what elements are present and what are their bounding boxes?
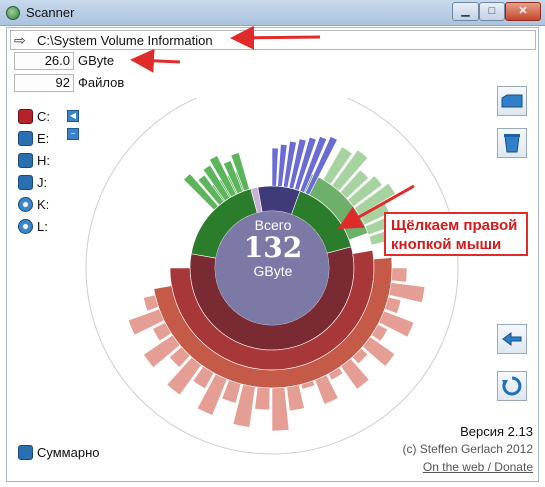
arrow-path (230, 25, 321, 50)
summary-toggle[interactable]: Суммарно (18, 445, 100, 460)
annotation-box: Щёлкаем правой кнопкой мыши (384, 212, 528, 256)
web-donate-link[interactable]: On the web / Donate (423, 460, 533, 474)
annotation-line2: кнопкой мыши (391, 236, 502, 253)
arrow-size (130, 48, 181, 73)
summary-label: Суммарно (37, 445, 100, 460)
copyright-label: (c) Steffen Gerlach 2012 (402, 442, 533, 456)
summary-icon (18, 445, 33, 460)
annotation-line1: Щёлкаем правой (391, 217, 518, 234)
version-label: Версия 2.13 (460, 424, 533, 439)
